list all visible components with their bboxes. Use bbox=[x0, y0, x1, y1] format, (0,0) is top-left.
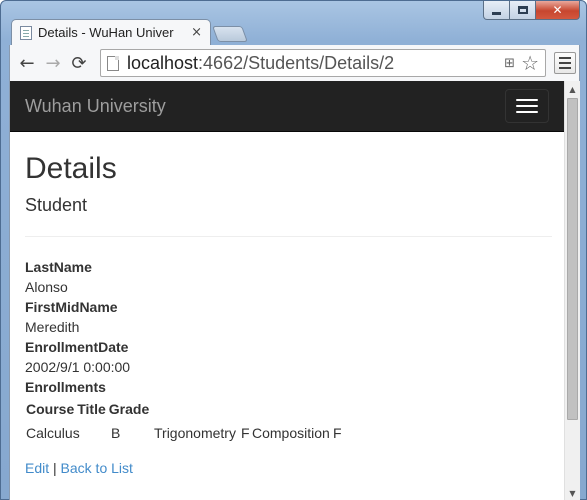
vertical-scrollbar[interactable]: ▲ ▼ bbox=[564, 81, 580, 500]
url-path: :4662/Students/Details/2 bbox=[198, 52, 395, 73]
scroll-down-arrow-icon[interactable]: ▼ bbox=[565, 485, 580, 500]
browser-tab-active[interactable]: Details - WuHan Univer × bbox=[11, 19, 211, 45]
page-title: Details bbox=[25, 152, 117, 185]
browser-window: ✕ Details - WuHan Univer × ← → ⟳ localho… bbox=[0, 0, 587, 500]
tab-strip: Details - WuHan Univer × bbox=[11, 19, 271, 45]
field-value-firstmidname: Meredith bbox=[25, 319, 80, 335]
edit-link[interactable]: Edit bbox=[25, 460, 49, 476]
field-label-enrollmentdate: EnrollmentDate bbox=[25, 339, 129, 355]
page-content: Details Student LastName Alonso FirstMid… bbox=[25, 132, 552, 476]
minimize-icon bbox=[492, 11, 501, 15]
close-window-button[interactable]: ✕ bbox=[536, 1, 580, 20]
site-navbar: Wuhan University bbox=[10, 81, 564, 132]
close-icon: ✕ bbox=[552, 3, 563, 17]
enrollments-table: Course Title Grade bbox=[25, 398, 151, 420]
hamburger-icon-line bbox=[516, 105, 538, 107]
field-value-lastname: Alonso bbox=[25, 279, 68, 295]
table-header-grade: Grade bbox=[108, 401, 150, 417]
omnibox-icons: ⊞ ☆ bbox=[504, 53, 539, 73]
window-caption-buttons: ✕ bbox=[483, 1, 580, 21]
table-cell: Composition bbox=[252, 425, 330, 441]
page-favicon-icon bbox=[20, 25, 32, 40]
tab-title: Details - WuHan Univer bbox=[38, 25, 174, 40]
scroll-up-arrow-icon[interactable]: ▲ bbox=[565, 81, 580, 97]
page-viewport: Wuhan University Details Student LastNam… bbox=[9, 81, 580, 500]
table-cell: Calculus bbox=[26, 425, 80, 441]
action-links: Edit | Back to List bbox=[25, 460, 552, 476]
table-row: Calculus B Trigonometry F Composition F bbox=[25, 422, 552, 444]
table-header-course: Course bbox=[26, 401, 75, 417]
maximize-icon bbox=[517, 6, 528, 14]
divider bbox=[25, 236, 552, 237]
field-value-enrollmentdate: 2002/9/1 0:00:00 bbox=[25, 359, 131, 375]
minimize-button[interactable] bbox=[483, 1, 510, 20]
reload-icon: ⟳ bbox=[71, 52, 87, 74]
forward-button[interactable]: → bbox=[40, 50, 66, 76]
table-header-row: Course Title Grade bbox=[25, 398, 151, 420]
table-cell: F bbox=[241, 425, 250, 441]
url-host: localhost bbox=[127, 52, 199, 73]
navbar-toggle-button[interactable] bbox=[505, 89, 549, 123]
page-subtitle: Student bbox=[25, 195, 88, 215]
field-label-lastname: LastName bbox=[25, 259, 92, 275]
field-label-firstmidname: FirstMidName bbox=[25, 299, 118, 315]
link-separator: | bbox=[53, 460, 57, 476]
table-cell: Trigonometry bbox=[154, 425, 236, 441]
new-tab-button[interactable] bbox=[212, 26, 248, 42]
table-cell: B bbox=[111, 425, 121, 441]
arrow-right-icon: → bbox=[45, 52, 61, 74]
scrollbar-thumb[interactable] bbox=[567, 98, 578, 420]
reload-button[interactable]: ⟳ bbox=[66, 50, 92, 76]
hamburger-icon-line bbox=[559, 62, 571, 64]
site-brand-link[interactable]: Wuhan University bbox=[25, 96, 166, 117]
tab-close-icon[interactable]: × bbox=[191, 25, 202, 40]
enrollments-table-container: Course Title Grade Calculus B Trigonomet… bbox=[25, 398, 552, 444]
hamburger-icon-line bbox=[516, 99, 538, 101]
address-bar[interactable]: localhost:4662/Students/Details/2 ⊞ ☆ bbox=[100, 49, 546, 77]
hamburger-icon-line bbox=[559, 67, 571, 69]
maximize-button[interactable] bbox=[510, 1, 536, 20]
table-header-title: Title bbox=[77, 401, 106, 417]
browser-toolbar: ← → ⟳ localhost:4662/Students/Details/2 … bbox=[9, 45, 580, 81]
url-text[interactable]: localhost:4662/Students/Details/2 bbox=[127, 53, 394, 74]
bookmark-star-icon[interactable]: ☆ bbox=[521, 53, 539, 73]
hamburger-icon-line bbox=[516, 111, 538, 113]
student-details: LastName Alonso FirstMidName Meredith En… bbox=[25, 257, 552, 444]
table-cell: F bbox=[333, 425, 342, 441]
field-label-enrollments: Enrollments bbox=[25, 379, 106, 395]
browser-menu-button[interactable] bbox=[554, 52, 576, 74]
back-button[interactable]: ← bbox=[14, 50, 40, 76]
hamburger-icon-line bbox=[559, 57, 571, 59]
back-to-list-link[interactable]: Back to List bbox=[61, 460, 133, 476]
page-icon bbox=[107, 55, 119, 71]
translate-icon[interactable]: ⊞ bbox=[504, 56, 515, 71]
arrow-left-icon: ← bbox=[19, 52, 35, 74]
